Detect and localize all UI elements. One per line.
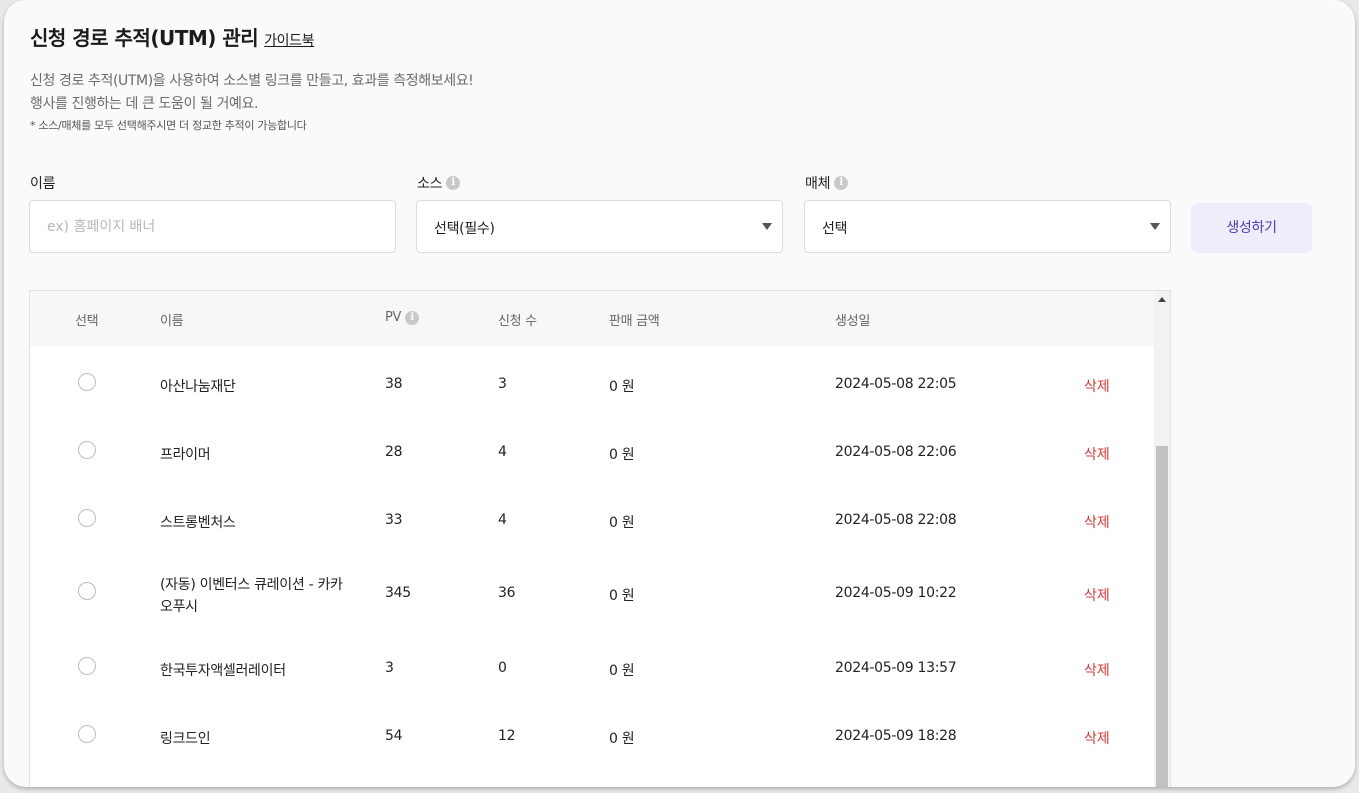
- caret-down-icon: [1150, 223, 1160, 230]
- delete-button[interactable]: 삭제: [1084, 444, 1110, 464]
- page-description: 신청 경로 추적(UTM)을 사용하여 소스별 링크를 만들고, 효과를 측정해…: [30, 70, 474, 116]
- medium-select-value: 선택: [822, 221, 848, 237]
- delete-button[interactable]: 삭제: [1084, 376, 1110, 396]
- row-name-line-2: 오푸시: [160, 599, 198, 615]
- delete-button[interactable]: 삭제: [1084, 512, 1110, 532]
- row-name: 스트롱벤처스: [160, 515, 236, 531]
- row-select-radio[interactable]: [78, 725, 96, 743]
- row-name: 한국투자액셀러레이터: [160, 663, 286, 679]
- info-icon[interactable]: i: [446, 176, 461, 190]
- row-sales: 0 원: [609, 447, 635, 463]
- header-pv: PV i: [385, 310, 420, 325]
- description-line-1: 신청 경로 추적(UTM)을 사용하여 소스별 링크를 만들고, 효과를 측정해…: [30, 73, 474, 89]
- row-created: 2024-05-09 13:57: [835, 660, 957, 676]
- row-select-radio[interactable]: [78, 582, 96, 600]
- title-row: 신청 경로 추적(UTM) 관리 가이드북: [30, 22, 314, 51]
- description-line-2: 행사를 진행하는 데 큰 도움이 될 거예요.: [30, 96, 259, 112]
- delete-button[interactable]: 삭제: [1084, 585, 1110, 605]
- source-select[interactable]: 선택(필수): [416, 200, 783, 253]
- row-sales: 0 원: [609, 663, 635, 679]
- row-name: 아산나눔재단: [160, 379, 236, 395]
- info-icon[interactable]: i: [405, 310, 420, 325]
- source-field-label: 소스 i: [417, 173, 461, 193]
- row-name: (자동) 이벤터스 큐레이션 - 카카 오푸시: [160, 574, 343, 618]
- scrollbar-thumb[interactable]: [1156, 446, 1168, 787]
- source-select-value: 선택(필수): [434, 221, 495, 237]
- header-pv-text: PV: [385, 310, 402, 325]
- row-sales: 0 원: [609, 515, 635, 531]
- row-name-line-1: (자동) 이벤터스 큐레이션 - 카카: [160, 577, 343, 593]
- name-field-label: 이름: [30, 173, 55, 193]
- medium-field-label: 매체 i: [805, 173, 849, 193]
- row-applications: 12: [498, 728, 516, 744]
- row-applications: 36: [498, 585, 516, 601]
- create-button[interactable]: 생성하기: [1191, 203, 1312, 253]
- row-pv: 28: [385, 444, 403, 460]
- page-title: 신청 경로 추적(UTM) 관리: [30, 26, 259, 50]
- utm-management-card: 신청 경로 추적(UTM) 관리 가이드북 신청 경로 추적(UTM)을 사용하…: [4, 0, 1355, 787]
- row-created: 2024-05-08 22:06: [835, 444, 957, 460]
- row-name: 링크드인: [160, 731, 211, 747]
- row-applications: 4: [498, 444, 507, 460]
- header-select: 선택: [75, 314, 99, 329]
- info-icon[interactable]: i: [834, 176, 849, 190]
- table-header: 선택 이름 PV i 신청 수 판매 금액 생성일: [30, 291, 1154, 346]
- row-created: 2024-05-08 22:05: [835, 376, 957, 392]
- row-sales: 0 원: [609, 731, 635, 747]
- row-select-radio[interactable]: [78, 657, 96, 675]
- row-select-radio[interactable]: [78, 441, 96, 459]
- row-pv: 3: [385, 660, 394, 676]
- caret-down-icon: [762, 223, 772, 230]
- name-label-text: 이름: [30, 176, 56, 192]
- name-field: [29, 200, 396, 253]
- row-created: 2024-05-09 18:28: [835, 728, 957, 744]
- row-pv: 38: [385, 376, 403, 392]
- row-select-radio[interactable]: [78, 373, 96, 391]
- row-name: 프라이머: [160, 447, 211, 463]
- delete-button[interactable]: 삭제: [1084, 728, 1110, 748]
- row-pv: 33: [385, 512, 403, 528]
- header-sales: 판매 금액: [609, 314, 660, 329]
- row-applications: 4: [498, 512, 507, 528]
- name-input[interactable]: [30, 201, 395, 252]
- page-note: * 소스/매체를 모두 선택해주시면 더 정교한 추적이 가능합니다: [30, 119, 307, 132]
- row-pv: 345: [385, 585, 411, 601]
- row-created: 2024-05-09 10:22: [835, 585, 957, 601]
- row-applications: 3: [498, 376, 507, 392]
- row-select-radio[interactable]: [78, 509, 96, 527]
- row-sales: 0 원: [609, 379, 635, 395]
- header-applications: 신청 수: [498, 314, 537, 329]
- row-created: 2024-05-08 22:08: [835, 512, 957, 528]
- header-name: 이름: [160, 314, 184, 329]
- header-created: 생성일: [835, 314, 870, 329]
- row-pv: 54: [385, 728, 403, 744]
- row-applications: 0: [498, 660, 507, 676]
- utm-table: 선택 이름 PV i 신청 수 판매 금액 생성일 아산나눔재단 38 3 0 …: [29, 290, 1171, 787]
- table-scrollbar[interactable]: [1154, 291, 1170, 787]
- delete-button[interactable]: 삭제: [1084, 660, 1110, 680]
- row-sales: 0 원: [609, 588, 635, 604]
- scroll-up-arrow-icon[interactable]: [1158, 297, 1166, 302]
- medium-select[interactable]: 선택: [804, 200, 1171, 253]
- source-label-text: 소스: [417, 176, 443, 192]
- guidebook-link[interactable]: 가이드북: [264, 30, 314, 50]
- medium-label-text: 매체: [805, 176, 831, 192]
